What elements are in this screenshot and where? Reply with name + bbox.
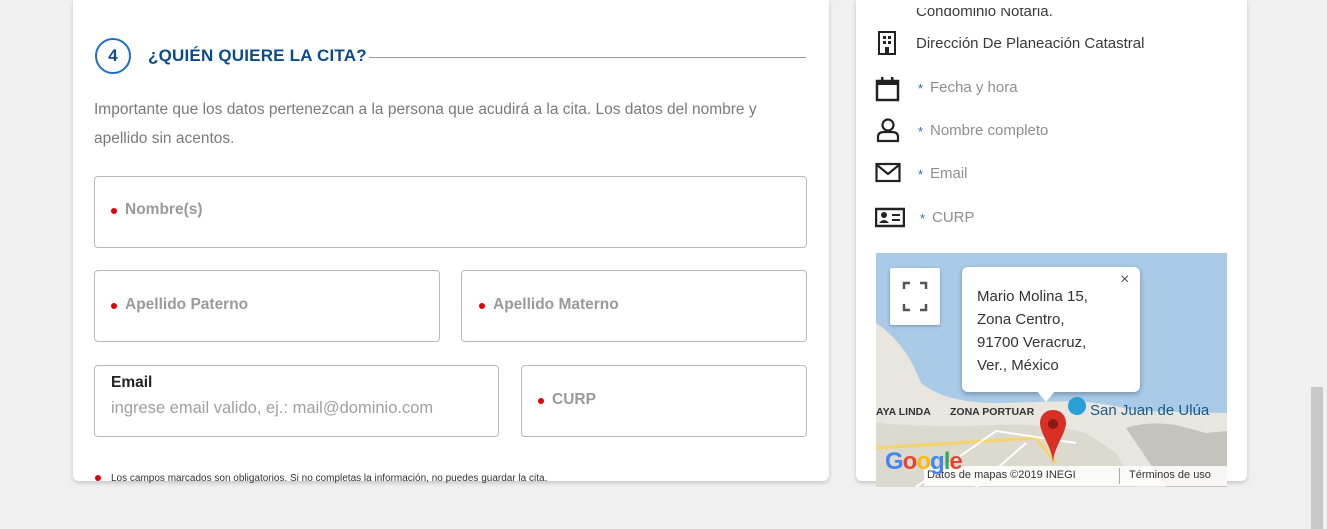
summary-full-name: Nombre completo	[930, 122, 1049, 139]
curp-label: CURP	[552, 391, 596, 408]
fullscreen-button[interactable]	[890, 268, 940, 325]
summary-office: Dirección De Planeación Catastral	[916, 35, 1145, 52]
nombre-label: Nombre(s)	[125, 201, 203, 218]
page-scrollbar-thumb[interactable]	[1311, 387, 1323, 529]
popup-address-line: 91700 Veracruz,	[977, 334, 1087, 351]
user-icon	[875, 117, 901, 143]
popup-address-line: Mario Molina 15,	[977, 288, 1088, 305]
map-pin-icon	[1038, 408, 1068, 466]
attribution-divider	[1119, 468, 1120, 484]
apellido-materno-label: Apellido Materno	[493, 296, 619, 313]
required-star: *	[918, 124, 924, 139]
id-card-icon	[874, 204, 906, 230]
google-logo[interactable]: Google	[885, 448, 963, 476]
required-star: *	[920, 211, 926, 226]
popup-tail	[1036, 390, 1056, 402]
section-intro-text: Importante que los datos pertenezcan a l…	[94, 101, 757, 147]
email-placeholder[interactable]: ingrese email valido, ej.: mail@dominio.…	[111, 399, 433, 418]
required-footnote: Los campos marcados son obligatorios. Si…	[111, 473, 548, 484]
map-attribution-bar: Datos de mapas ©2019 INEGI Términos de u…	[924, 466, 1227, 486]
map-label-aya-linda: AYA LINDA	[876, 406, 931, 418]
popup-address-line: Ver., México	[977, 357, 1059, 374]
fullscreen-icon	[902, 281, 928, 312]
popup-address-line: Zona Centro,	[977, 311, 1065, 328]
summary-curp: CURP	[932, 209, 975, 226]
required-star: *	[918, 167, 924, 182]
map-terms-link[interactable]: Términos de uso	[1129, 469, 1211, 481]
summary-date-time: Fecha y hora	[930, 79, 1018, 96]
section-divider	[369, 57, 806, 58]
email-label: Email	[111, 374, 153, 391]
map-label-zona-portuaria: ZONA PORTUAR	[950, 406, 1035, 418]
mail-icon	[875, 160, 901, 186]
section-title: ¿QUIÉN QUIERE LA CITA?	[148, 46, 367, 65]
place-marker-icon	[1068, 397, 1086, 415]
summary-email: Email	[930, 165, 968, 182]
required-star: *	[918, 81, 924, 96]
required-dot	[95, 475, 101, 481]
step-number-badge: 4	[95, 38, 131, 74]
popup-close-button[interactable]: ×	[1120, 271, 1129, 289]
building-icon	[874, 30, 900, 56]
required-dot	[111, 303, 117, 309]
required-dot	[111, 208, 117, 214]
map-label-san-juan-de-ulua: San Juan de Ulúa	[1090, 402, 1210, 419]
calendar-icon	[875, 76, 901, 102]
required-dot	[479, 303, 485, 309]
apellido-paterno-label: Apellido Paterno	[125, 296, 249, 313]
required-dot	[538, 398, 544, 404]
